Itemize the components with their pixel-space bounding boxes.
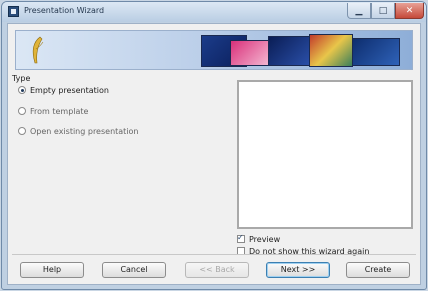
maximize-icon: □: [378, 6, 388, 16]
radio-label: From template: [30, 106, 89, 116]
type-group-label: Type: [12, 74, 31, 83]
slide-thumbnail-3: [268, 36, 310, 66]
slide-thumbnail-4: [309, 34, 353, 67]
wizard-banner: [15, 30, 413, 70]
radio-button[interactable]: [18, 107, 26, 115]
title-bar[interactable]: Presentation Wizard ▁ □ ✕: [2, 2, 426, 22]
window-title: Presentation Wizard: [24, 6, 105, 15]
close-button[interactable]: ✕: [395, 3, 424, 19]
slide-thumbnail-5: [352, 38, 400, 66]
close-icon: ✕: [405, 6, 414, 16]
minimize-icon: ▁: [355, 6, 363, 16]
radio-from-template[interactable]: From template: [18, 106, 88, 116]
preview-pane: [237, 80, 413, 229]
preview-checkbox[interactable]: [237, 233, 245, 243]
radio-open-existing[interactable]: Open existing presentation: [18, 126, 139, 136]
wizard-window: Presentation Wizard ▁ □ ✕ Type Empty pre…: [1, 1, 427, 290]
help-button[interactable]: Help: [20, 262, 84, 278]
radio-label: Empty presentation: [30, 85, 109, 95]
preview-checkbox-label: Preview: [249, 234, 281, 244]
minimize-button[interactable]: ▁: [347, 3, 371, 19]
button-separator: [12, 254, 416, 255]
cancel-button[interactable]: Cancel: [102, 262, 166, 278]
radio-empty-presentation[interactable]: Empty presentation: [18, 85, 109, 95]
next-button[interactable]: Next >>: [266, 262, 330, 278]
dialog-content: Type Empty presentation From template Op…: [7, 23, 421, 285]
maximize-button[interactable]: □: [371, 3, 395, 19]
radio-button[interactable]: [18, 86, 26, 94]
preview-checkbox-row[interactable]: Preview: [237, 233, 281, 244]
radio-button[interactable]: [18, 127, 26, 135]
radio-label: Open existing presentation: [30, 126, 139, 136]
feather-logo-icon: [32, 36, 44, 64]
slide-thumbnail-2: [230, 40, 270, 66]
create-button[interactable]: Create: [346, 262, 410, 278]
app-icon: [8, 6, 19, 17]
back-button[interactable]: << Back: [185, 262, 249, 278]
